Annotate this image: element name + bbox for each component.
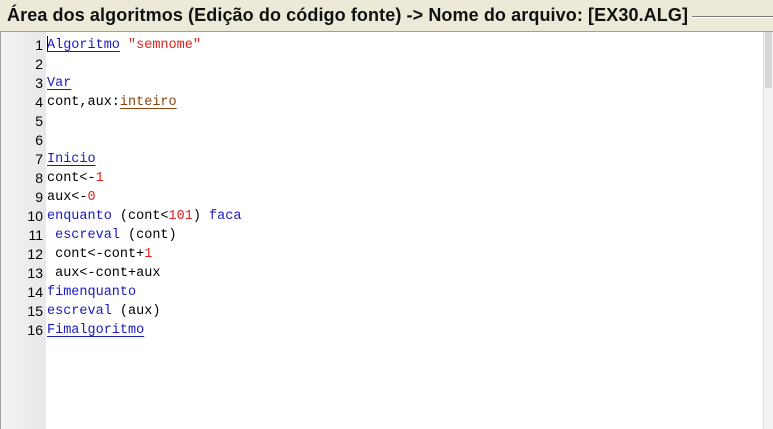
code-line[interactable]: 16 Fimalgoritmo xyxy=(1,321,761,340)
code-token: (cont) xyxy=(119,228,177,243)
code-token-kw-ul: Var xyxy=(47,76,72,91)
line-number: 14 xyxy=(27,284,43,300)
code-token-kw: escreval xyxy=(47,304,112,319)
code-line-text[interactable]: Var xyxy=(44,74,71,93)
code-line-text[interactable]: Fimalgoritmo xyxy=(44,321,144,340)
code-line[interactable]: 3 Var xyxy=(1,74,761,93)
line-number: 7 xyxy=(35,151,43,167)
code-line-text[interactable]: enquanto (cont<101) faca xyxy=(44,207,241,226)
code-line[interactable]: 2 xyxy=(1,55,761,74)
line-number: 11 xyxy=(28,227,43,243)
vertical-scrollbar[interactable] xyxy=(763,32,773,429)
code-line-text[interactable]: Algoritmo "semnome" xyxy=(44,36,201,55)
code-token-str: "semnome" xyxy=(128,38,201,53)
code-line-text[interactable]: cont,aux:inteiro xyxy=(44,93,177,112)
line-number: 13 xyxy=(27,265,43,281)
code-token: aux<-cont+aux xyxy=(47,266,161,281)
line-number: 5 xyxy=(35,113,43,129)
line-number: 16 xyxy=(27,322,43,338)
code-token: ) xyxy=(192,209,210,224)
line-number: 2 xyxy=(35,56,43,72)
code-line-text[interactable]: cont<-cont+1 xyxy=(44,245,152,264)
line-number: 1 xyxy=(35,37,43,53)
line-number: 4 xyxy=(35,94,43,110)
line-number: 15 xyxy=(27,303,43,319)
code-token: (cont< xyxy=(111,209,169,224)
code-line[interactable]: 7 Inicio xyxy=(1,150,761,169)
code-text-area[interactable]: 1 Algoritmo "semnome" 2 3 Var 4 cont,aux:intei… xyxy=(1,36,761,340)
code-line-text[interactable] xyxy=(44,55,47,74)
line-number: 8 xyxy=(35,170,43,186)
code-token: (aux) xyxy=(111,304,161,319)
editor-title: Área dos algoritmos (Edição do código fo… xyxy=(7,5,689,25)
line-number: 3 xyxy=(35,75,43,91)
code-token: cont<- xyxy=(47,171,96,186)
code-line[interactable]: 9 aux<-0 xyxy=(1,188,761,207)
code-token: aux<- xyxy=(47,190,88,205)
code-line-text[interactable]: escreval (aux) xyxy=(44,302,160,321)
code-line[interactable]: 13 aux<-cont+aux xyxy=(1,264,761,283)
code-line[interactable]: 1 Algoritmo "semnome" xyxy=(1,36,761,55)
code-line[interactable]: 11 escreval (cont) xyxy=(1,226,761,245)
title-divider xyxy=(692,15,773,18)
code-token: cont<-cont+ xyxy=(47,247,145,262)
code-token-num: 1 xyxy=(144,247,153,262)
code-line[interactable]: 8 cont<-1 xyxy=(1,169,761,188)
code-token: cont,aux: xyxy=(47,95,120,110)
code-line-text[interactable] xyxy=(44,112,47,131)
code-line[interactable]: 5 xyxy=(1,112,761,131)
code-token-num: 101 xyxy=(168,209,193,224)
code-line-text[interactable]: escreval (cont) xyxy=(44,226,177,245)
code-line[interactable]: 15 escreval (aux) xyxy=(1,302,761,321)
code-token-num: 0 xyxy=(87,190,96,205)
code-token-kw: faca xyxy=(209,209,242,224)
code-line-text[interactable] xyxy=(44,131,47,150)
code-line-text[interactable]: cont<-1 xyxy=(44,169,104,188)
code-token-kw-ul: Fimalgoritmo xyxy=(47,323,145,338)
code-line-text[interactable]: aux<-cont+aux xyxy=(44,264,160,283)
code-token-kw: escreval xyxy=(55,228,120,243)
code-line[interactable]: 10 enquanto (cont<101) faca xyxy=(1,207,761,226)
code-token-kw: fimenquanto xyxy=(47,285,137,300)
code-line[interactable]: 4 cont,aux:inteiro xyxy=(1,93,761,112)
algorithm-editor-window: Área dos algoritmos (Edição do código fo… xyxy=(0,0,773,429)
code-line-text[interactable]: fimenquanto xyxy=(44,283,136,302)
line-number: 9 xyxy=(35,189,43,205)
code-line[interactable]: 14 fimenquanto xyxy=(1,283,761,302)
editor-title-bar: Área dos algoritmos (Edição do código fo… xyxy=(0,0,773,31)
code-token-kw: enquanto xyxy=(47,209,112,224)
scrollbar-thumb[interactable] xyxy=(765,32,772,88)
code-line-text[interactable]: aux<-0 xyxy=(44,188,96,207)
code-token-num: 1 xyxy=(95,171,104,186)
line-number: 10 xyxy=(27,208,43,224)
code-token-kw-ul: Algoritmo xyxy=(47,38,120,53)
code-editor[interactable]: 1 Algoritmo "semnome" 2 3 Var 4 cont,aux:intei… xyxy=(0,31,773,429)
code-token-type-ul: inteiro xyxy=(119,95,177,110)
code-token-kw-ul: Inicio xyxy=(47,152,96,167)
code-line[interactable]: 6 xyxy=(1,131,761,150)
code-line-text[interactable]: Inicio xyxy=(44,150,96,169)
code-line[interactable]: 12 cont<-cont+1 xyxy=(1,245,761,264)
line-number: 6 xyxy=(35,132,43,148)
line-number: 12 xyxy=(27,246,43,262)
